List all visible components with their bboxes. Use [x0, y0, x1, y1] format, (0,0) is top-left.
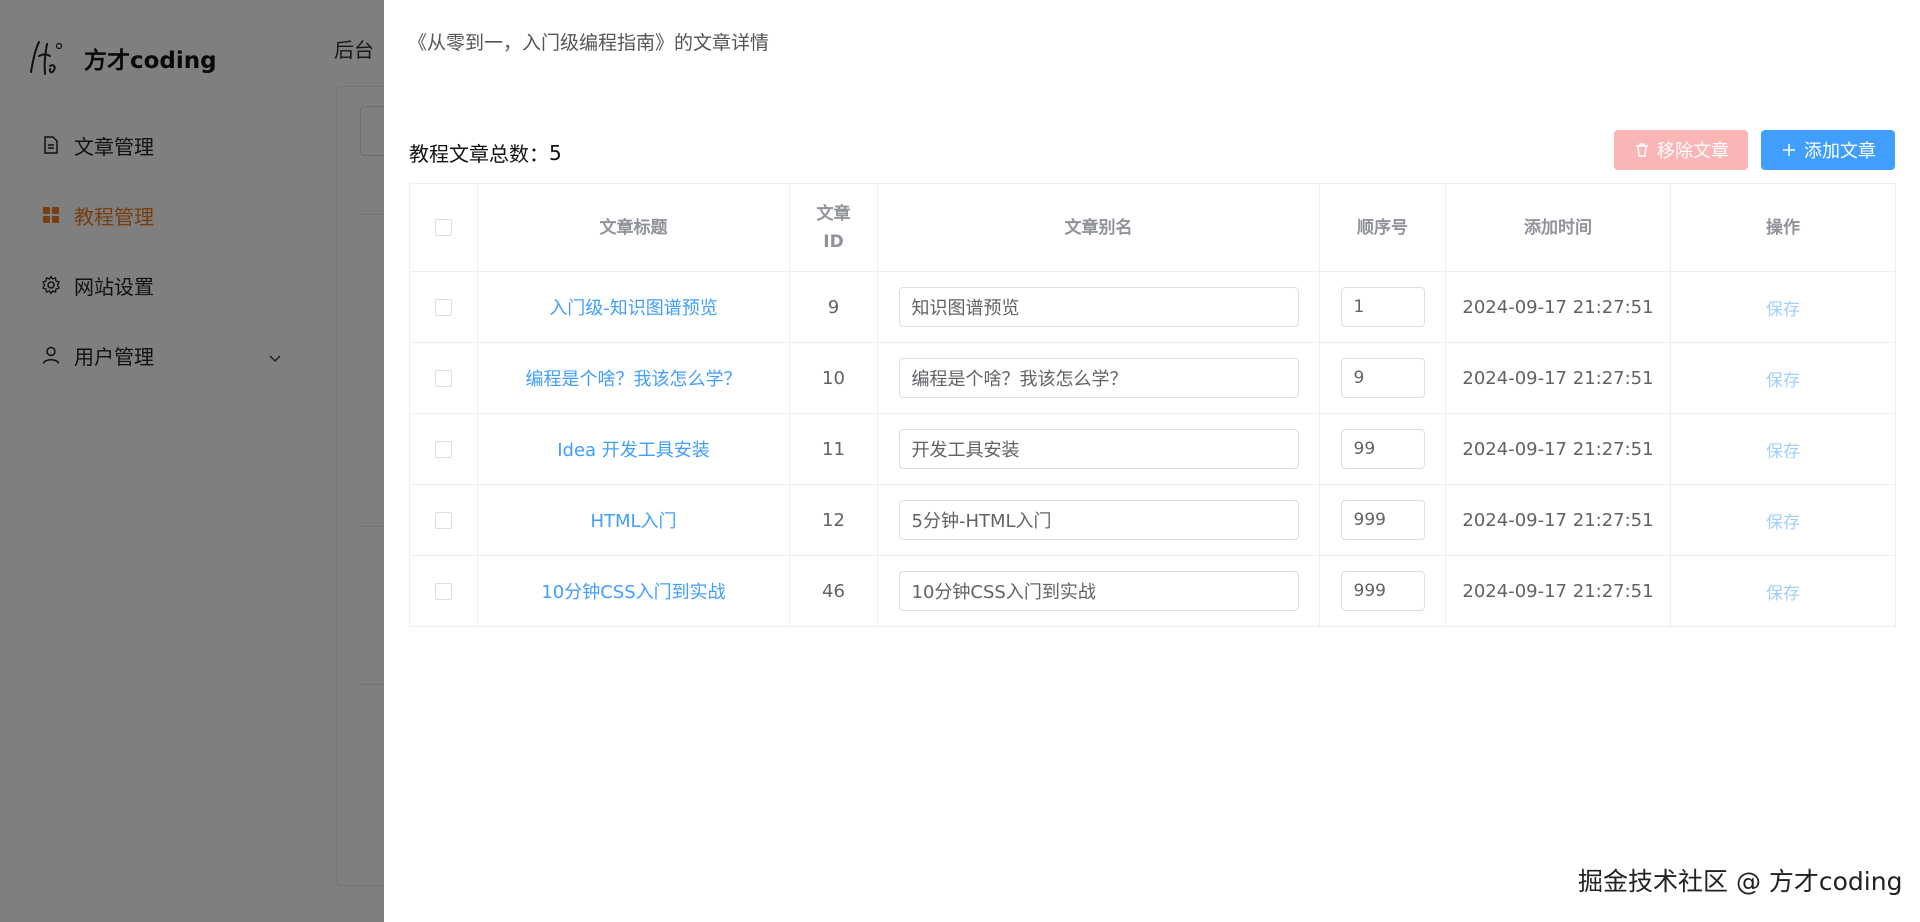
article-id-cell: 46: [789, 555, 878, 627]
row-checkbox[interactable]: [435, 583, 452, 600]
article-title-link[interactable]: 入门级-知识图谱预览: [549, 298, 718, 319]
order-cell: [1319, 342, 1446, 414]
remove-article-label: 移除文章: [1657, 141, 1729, 161]
action-cell: 保存: [1670, 484, 1896, 556]
article-alias-cell: [877, 271, 1320, 343]
article-alias-cell: [877, 342, 1320, 414]
action-cell: 保存: [1670, 271, 1896, 343]
article-count-value: 5: [549, 140, 562, 165]
select-all-cell: [409, 183, 478, 272]
column-header-alias[interactable]: 文章别名: [877, 183, 1320, 272]
trash-icon: [1633, 141, 1651, 159]
article-title-cell: 编程是个啥？我该怎么学？: [477, 342, 790, 414]
remove-article-button[interactable]: 移除文章: [1614, 130, 1748, 170]
column-header-action: 操作: [1670, 183, 1896, 272]
column-header-id[interactable]: 文章 ID: [789, 183, 878, 272]
tutorial-articles-table: 文章标题 文章 ID 文章别名 顺序号 添加时间 操作 入门级-知识图谱预览 9…: [409, 183, 1896, 627]
action-cell: 保存: [1670, 555, 1896, 627]
order-cell: [1319, 484, 1446, 556]
order-cell: [1319, 413, 1446, 485]
row-checkbox[interactable]: [435, 512, 452, 529]
row-checkbox[interactable]: [435, 299, 452, 316]
article-title-cell: HTML入门: [477, 484, 790, 556]
table-header-row: 文章标题 文章 ID 文章别名 顺序号 添加时间 操作: [409, 183, 1896, 272]
article-alias-input[interactable]: [898, 429, 1299, 469]
article-id-cell: 10: [789, 342, 878, 414]
article-alias-input[interactable]: [898, 571, 1299, 611]
article-title-cell: 10分钟CSS入门到实战: [477, 555, 790, 627]
article-detail-drawer: 《从零到一，入门级编程指南》的文章详情 教程文章总数： 5 移除文章 添加文章 …: [384, 0, 1920, 922]
article-title-link[interactable]: 编程是个啥？我该怎么学？: [526, 369, 742, 390]
drawer-title: 《从零到一，入门级编程指南》的文章详情: [408, 32, 770, 54]
article-title-cell: Idea 开发工具安装: [477, 413, 790, 485]
order-number-input[interactable]: [1340, 358, 1425, 398]
added-time-cell: 2024-09-17 21:27:51: [1445, 413, 1671, 485]
column-header-id-part1: 文章: [816, 203, 851, 224]
save-button[interactable]: 保存: [1766, 513, 1800, 533]
table-row: HTML入门 12 2024-09-17 21:27:51 保存: [409, 484, 1896, 556]
save-button[interactable]: 保存: [1766, 442, 1800, 462]
order-number-input[interactable]: [1340, 287, 1425, 327]
watermark: 掘金技术社区 @ 方才coding: [1578, 867, 1903, 896]
article-alias-input[interactable]: [898, 287, 1299, 327]
column-header-order[interactable]: 顺序号: [1319, 183, 1446, 272]
article-alias-cell: [877, 484, 1320, 556]
column-header-id-part2: ID: [823, 231, 844, 252]
add-article-button[interactable]: 添加文章: [1761, 130, 1895, 170]
article-alias-input[interactable]: [898, 500, 1299, 540]
order-number-input[interactable]: [1340, 500, 1425, 540]
added-time-cell: 2024-09-17 21:27:51: [1445, 342, 1671, 414]
plus-icon: [1780, 141, 1798, 159]
column-header-title[interactable]: 文章标题: [477, 183, 790, 272]
added-time-cell: 2024-09-17 21:27:51: [1445, 484, 1671, 556]
article-count: 教程文章总数： 5: [409, 138, 562, 167]
row-checkbox[interactable]: [435, 370, 452, 387]
article-alias-input[interactable]: [898, 358, 1299, 398]
column-header-time[interactable]: 添加时间: [1445, 183, 1671, 272]
row-select-cell: [409, 342, 478, 414]
order-number-input[interactable]: [1340, 571, 1425, 611]
article-id-cell: 11: [789, 413, 878, 485]
action-cell: 保存: [1670, 413, 1896, 485]
row-select-cell: [409, 413, 478, 485]
article-id-cell: 9: [789, 271, 878, 343]
order-cell: [1319, 555, 1446, 627]
save-button[interactable]: 保存: [1766, 300, 1800, 320]
article-count-label: 教程文章总数：: [409, 142, 549, 166]
table-row: Idea 开发工具安装 11 2024-09-17 21:27:51 保存: [409, 413, 1896, 485]
order-cell: [1319, 271, 1446, 343]
article-id-cell: 12: [789, 484, 878, 556]
table-row: 编程是个啥？我该怎么学？ 10 2024-09-17 21:27:51 保存: [409, 342, 1896, 414]
action-cell: 保存: [1670, 342, 1896, 414]
added-time-cell: 2024-09-17 21:27:51: [1445, 555, 1671, 627]
article-title-link[interactable]: 10分钟CSS入门到实战: [541, 582, 725, 603]
article-title-link[interactable]: HTML入门: [590, 511, 676, 532]
article-alias-cell: [877, 413, 1320, 485]
added-time-cell: 2024-09-17 21:27:51: [1445, 271, 1671, 343]
row-checkbox[interactable]: [435, 441, 452, 458]
select-all-checkbox[interactable]: [435, 219, 452, 236]
table-row: 入门级-知识图谱预览 9 2024-09-17 21:27:51 保存: [409, 271, 1896, 343]
row-select-cell: [409, 271, 478, 343]
row-select-cell: [409, 555, 478, 627]
save-button[interactable]: 保存: [1766, 371, 1800, 391]
article-title-cell: 入门级-知识图谱预览: [477, 271, 790, 343]
row-select-cell: [409, 484, 478, 556]
table-row: 10分钟CSS入门到实战 46 2024-09-17 21:27:51 保存: [409, 555, 1896, 627]
add-article-label: 添加文章: [1804, 141, 1876, 161]
save-button[interactable]: 保存: [1766, 584, 1800, 604]
order-number-input[interactable]: [1340, 429, 1425, 469]
article-alias-cell: [877, 555, 1320, 627]
article-title-link[interactable]: Idea 开发工具安装: [557, 440, 710, 461]
